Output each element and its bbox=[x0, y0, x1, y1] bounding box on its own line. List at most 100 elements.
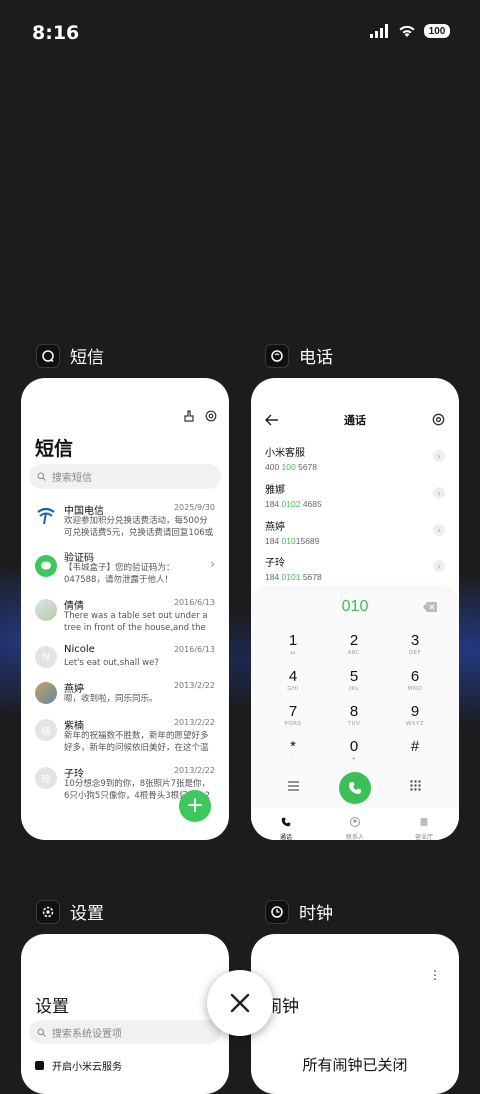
recent-card-settings[interactable]: 设置 搜索系统设置项 开启小米云服务 bbox=[21, 934, 229, 1094]
recent-card-clock[interactable]: ⋮ 闹钟 所有闹钟已关闭 bbox=[251, 934, 459, 1094]
message-date: 2013/2/22 bbox=[173, 766, 215, 775]
avatar-photo bbox=[35, 599, 57, 621]
dial-key[interactable]: 4 GHI bbox=[268, 668, 318, 692]
store-icon bbox=[420, 818, 428, 826]
signal-icon bbox=[370, 24, 388, 38]
contact-number: 400 100 5678 bbox=[265, 462, 318, 472]
app-header-sms[interactable]: 短信 bbox=[36, 343, 104, 368]
tab-calls[interactable]: 通话 bbox=[261, 812, 311, 840]
messages-app-icon bbox=[36, 343, 60, 368]
dial-key[interactable]: 3 DEF bbox=[390, 632, 440, 656]
settings-search-input[interactable]: 搜索系统设置项 bbox=[29, 1020, 221, 1044]
clear-all-button[interactable] bbox=[207, 970, 273, 1036]
clock-app-icon bbox=[265, 899, 289, 924]
phone-header: 通话 bbox=[251, 410, 459, 430]
dial-key[interactable]: 6 MNO bbox=[390, 668, 440, 692]
contact-item[interactable]: 雅娜 184 0102 4685 › bbox=[265, 481, 445, 517]
sms-title: 短信 bbox=[35, 438, 74, 460]
recent-card-sms[interactable]: 短信 搜索短信 中国电信 2025/9/30 欢迎参加积分兑换话费活动，每500… bbox=[21, 378, 229, 840]
contact-item[interactable]: 小米客服 400 100 5678 › bbox=[265, 444, 445, 480]
message-preview: 新年的祝福数不胜数，新年的愿望好多好多，新年的问候依旧美好，在这个温馨的时刻，.… bbox=[64, 731, 209, 753]
sms-toolbar bbox=[183, 410, 217, 422]
dial-key[interactable]: 5 JKL bbox=[329, 668, 379, 692]
status-time: 8:16 bbox=[32, 22, 80, 44]
avatar-photo bbox=[35, 682, 57, 704]
sms-search-input[interactable]: 搜索短信 bbox=[29, 464, 221, 489]
message-item[interactable]: 倩倩 2016/6/13 There was a table set out u… bbox=[21, 597, 229, 643]
contact-name: 燕婷 bbox=[265, 522, 285, 533]
status-bar: 8:16 100 bbox=[0, 0, 480, 68]
call-button[interactable] bbox=[339, 772, 371, 804]
chevron-right-icon[interactable]: › bbox=[433, 487, 445, 499]
chat-bubble-icon bbox=[35, 555, 57, 577]
status-icons: 100 bbox=[370, 24, 450, 38]
phone-app-icon bbox=[265, 343, 289, 368]
recent-card-phone[interactable]: 通话 小米客服 400 100 5678 › 雅娜 184 0102 4685 … bbox=[251, 378, 459, 840]
close-icon bbox=[230, 993, 250, 1013]
settings-row-cloud[interactable]: 开启小米云服务 bbox=[35, 1058, 122, 1073]
clean-icon[interactable] bbox=[183, 410, 195, 422]
app-name-settings: 设置 bbox=[70, 904, 104, 924]
chevron-right-icon[interactable]: › bbox=[433, 524, 445, 536]
message-preview: 嗯，收到啦，同乐同乐。 bbox=[64, 694, 158, 704]
settings-app-icon bbox=[36, 899, 60, 924]
contact-number: 184 01015689 bbox=[265, 536, 320, 546]
settings-row-label: 开启小米云服务 bbox=[52, 1062, 122, 1073]
message-item[interactable]: 验证码 【韦城盒子】您的验证码为：047588，请勿泄露于他人！ › bbox=[21, 549, 229, 595]
dial-key[interactable]: 8 TUV bbox=[329, 703, 379, 727]
tab-label: 通话 bbox=[279, 834, 292, 840]
message-date: 2013/2/22 bbox=[173, 718, 215, 727]
dial-key[interactable]: 0 + bbox=[329, 738, 379, 762]
contact-name: 小米客服 bbox=[265, 448, 305, 459]
dialpad-grid-icon[interactable] bbox=[410, 780, 421, 791]
avatar-letter: N bbox=[35, 646, 57, 668]
telecom-logo-icon bbox=[35, 504, 57, 526]
wifi-icon bbox=[399, 25, 415, 37]
app-header-phone[interactable]: 电话 bbox=[265, 343, 333, 368]
avatar-letter: 楠 bbox=[35, 719, 57, 741]
tab-contacts[interactable]: 联系人 bbox=[330, 812, 380, 840]
app-header-settings[interactable]: 设置 bbox=[36, 899, 104, 924]
dial-key[interactable]: # bbox=[390, 738, 440, 756]
avatar-letter: 玲 bbox=[35, 767, 57, 789]
message-date: 2013/2/22 bbox=[173, 681, 215, 690]
app-name-sms: 短信 bbox=[70, 348, 104, 368]
contact-name: 子玲 bbox=[265, 558, 285, 569]
message-item[interactable]: 中国电信 2025/9/30 欢迎参加积分兑换话费活动，每500分可兑换话费5元… bbox=[21, 502, 229, 548]
contact-name: 雅娜 bbox=[265, 485, 285, 496]
new-message-button[interactable]: + bbox=[179, 790, 211, 822]
app-header-clock[interactable]: 时钟 bbox=[265, 899, 333, 924]
bottom-nav: 通话 联系人 营业厅 bbox=[251, 808, 459, 840]
settings-gear-icon[interactable] bbox=[205, 410, 217, 422]
dial-key[interactable]: 2 ABC bbox=[329, 632, 379, 656]
message-preview: Let's eat out,shall we? bbox=[64, 658, 159, 668]
settings-title: 设置 bbox=[35, 997, 69, 1017]
dial-key[interactable]: 1ω bbox=[268, 632, 318, 656]
phone-title: 通话 bbox=[344, 414, 366, 427]
dial-key[interactable]: 9 WXYZ bbox=[390, 703, 440, 727]
app-name-clock: 时钟 bbox=[299, 904, 333, 924]
menu-icon[interactable] bbox=[288, 781, 299, 791]
message-date: 2025/9/30 bbox=[173, 503, 215, 512]
chevron-right-icon[interactable]: › bbox=[433, 560, 445, 572]
backspace-icon[interactable] bbox=[423, 602, 437, 612]
sms-search-placeholder: 搜索短信 bbox=[52, 473, 92, 484]
more-options-icon[interactable]: ⋮ bbox=[429, 968, 441, 982]
contact-item[interactable]: 子玲 184 0101 5678 › bbox=[265, 554, 445, 590]
contact-item[interactable]: 燕婷 184 01015689 › bbox=[265, 518, 445, 554]
chevron-right-icon[interactable]: › bbox=[433, 450, 445, 462]
chevron-right-icon: › bbox=[210, 557, 215, 571]
message-date: 2016/6/13 bbox=[173, 645, 215, 654]
tab-service-hall[interactable]: 营业厅 bbox=[399, 812, 449, 840]
phone-handset-icon bbox=[281, 817, 291, 827]
search-icon bbox=[37, 472, 46, 481]
message-preview: There was a table set out under a tree i… bbox=[64, 611, 208, 633]
message-preview: 【韦城盒子】您的验证码为：047588，请勿泄露于他人！ bbox=[64, 563, 175, 585]
dial-key[interactable]: 7 PQRS bbox=[268, 703, 318, 727]
battery-indicator: 100 bbox=[424, 24, 450, 38]
app-name-phone: 电话 bbox=[299, 348, 333, 368]
message-item[interactable]: 楠 紫楠 2013/2/22 新年的祝福数不胜数，新年的愿望好多好多，新年的问候… bbox=[21, 717, 229, 763]
settings-gear-icon[interactable] bbox=[432, 413, 445, 426]
dial-key[interactable]: *, bbox=[268, 738, 318, 762]
tab-label: 联系人 bbox=[345, 834, 364, 840]
